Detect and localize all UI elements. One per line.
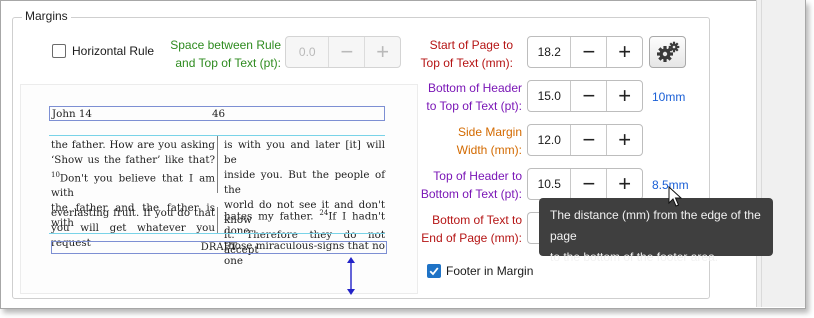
bottom-text-label-line2: End of Page (mm): [421, 231, 522, 245]
preview-line: the father. How are you asking [51, 139, 215, 151]
verse-number: 24 [319, 209, 329, 217]
side-margin-stepper[interactable]: 12.0 − + [527, 124, 643, 156]
bottom-header-minus-button[interactable]: − [570, 81, 606, 111]
footer-in-margin-checkbox[interactable] [427, 264, 441, 278]
preview-column-separator [217, 136, 218, 193]
preview-line: is with you and later [it] will be [224, 139, 385, 166]
side-margin-value[interactable]: 12.0 [528, 125, 570, 155]
space-between-minus-button: − [328, 37, 364, 67]
top-header-value[interactable]: 10.5 [528, 169, 570, 199]
bottom-header-stepper[interactable]: 15.0 − + [527, 80, 643, 112]
preview-header-page: 46 [212, 108, 226, 120]
tooltip-line1: The distance (mm) from the edge of the p… [550, 208, 761, 243]
preview-line: inside you. But the people of the [224, 169, 385, 196]
bottom-header-label-line1: Bottom of Header [427, 81, 522, 95]
preview-line-text: Don't you believe that I am with [51, 172, 215, 200]
checkmark-icon [429, 267, 439, 276]
horizontal-rule-label: Horizontal Rule [72, 44, 155, 58]
space-between-plus-button: + [364, 37, 400, 67]
space-between-label-line1: Space between Rule [170, 38, 281, 52]
horizontal-rule-checkbox[interactable] [52, 44, 66, 58]
top-header-minus-button[interactable]: − [570, 169, 606, 199]
settings-button[interactable] [649, 36, 686, 68]
side-margin-minus-button[interactable]: − [570, 125, 606, 155]
start-of-page-stepper[interactable]: 18.2 − + [527, 36, 643, 68]
space-between-label: Space between Rule and Top of Text (pt): [160, 36, 281, 72]
space-between-value: 0.0 [298, 45, 316, 59]
side-margin-label-line1: Side Margin [457, 125, 522, 139]
verse-number: 10 [51, 171, 60, 179]
start-of-page-label-line1: Start of Page to [429, 38, 513, 52]
tooltip: The distance (mm) from the edge of the p… [539, 198, 773, 264]
footer-in-margin-label: Footer in Margin [446, 264, 534, 278]
top-header-label-line2: Bottom of Text (pt): [420, 187, 522, 201]
side-panel [756, 0, 805, 307]
bottom-text-label: Bottom of Text to End of Page (mm): [400, 211, 522, 247]
preview-line-text: hates my father. [224, 210, 314, 223]
side-margin-plus-button[interactable]: + [606, 125, 642, 155]
top-header-label-line1: Top of Header to [433, 169, 522, 183]
start-of-page-plus-button[interactable]: + [606, 37, 642, 67]
top-header-plus-button[interactable]: + [606, 169, 642, 199]
top-header-label: Top of Header to Bottom of Text (pt): [400, 167, 522, 203]
bottom-header-label-line2: to Top of Text (pt): [426, 99, 522, 113]
tooltip-line2: to the bottom of the footer area. [550, 250, 719, 264]
start-of-page-label-line2: Top of Text (mm): [420, 56, 513, 70]
bottom-header-label: Bottom of Header to Top of Text (pt): [400, 79, 522, 115]
preview-line: ‘Show us the father’ like that? [51, 154, 215, 166]
bottom-header-hint: 10mm [652, 90, 686, 104]
preview-footer-box: DRAFT [51, 241, 387, 254]
start-of-page-value[interactable]: 18.2 [528, 37, 570, 67]
side-margin-label-line2: Width (mm): [456, 143, 522, 157]
preview-header-left: John 14 [52, 108, 92, 120]
preview-column-separator-2 [217, 207, 218, 234]
start-of-page-label: Start of Page to Top of Text (mm): [400, 36, 513, 72]
mouse-cursor-icon [668, 186, 682, 207]
preview-line: 10Don't you believe that I am with [51, 168, 215, 201]
preview-text-bottom-line [49, 233, 385, 234]
top-header-stepper[interactable]: 10.5 − + [527, 168, 643, 200]
double-arrow-icon [347, 257, 355, 295]
preview-line: hates my father. 24If I hadn't done [224, 206, 385, 239]
preview-line: everlasting fruit. If you do that [51, 207, 215, 219]
bottom-text-label-line1: Bottom of Text to [432, 213, 522, 227]
gear-icon [657, 41, 680, 62]
group-title: Margins [22, 9, 71, 23]
space-between-label-line2: and Top of Text (pt): [175, 56, 281, 70]
preview-right-column-2: hates my father. 24If I hadn't done thos… [224, 206, 385, 269]
space-between-stepper: 0.0 − + [285, 36, 401, 68]
bottom-header-plus-button[interactable]: + [606, 81, 642, 111]
side-margin-label: Side Margin Width (mm): [400, 123, 522, 159]
start-of-page-minus-button[interactable]: − [570, 37, 606, 67]
bottom-header-value[interactable]: 15.0 [528, 81, 570, 111]
